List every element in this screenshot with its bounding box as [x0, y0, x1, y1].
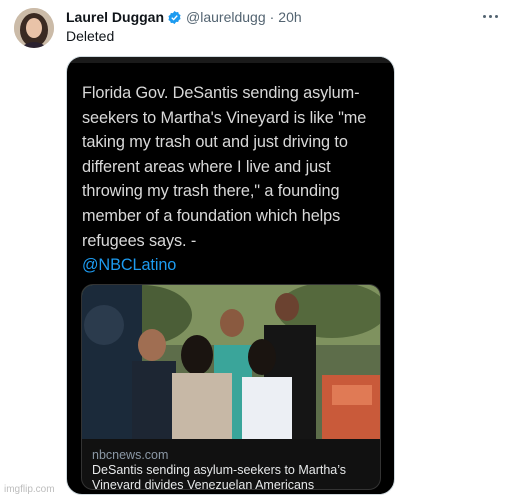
author-name[interactable]: Laurel Duggan [66, 9, 164, 25]
tweet-time[interactable]: 20h [278, 9, 301, 25]
tweet-text: Deleted [66, 28, 115, 44]
news-photo [82, 285, 380, 439]
link-card: nbcnews.com DeSantis sending asylum-seek… [81, 284, 381, 490]
card-domain: nbcnews.com [92, 448, 169, 462]
tweet: Laurel Duggan @laureldugg · 20h Deleted … [0, 0, 511, 500]
verified-badge-icon [168, 10, 181, 24]
tweet-header: Laurel Duggan @laureldugg · 20h [66, 9, 302, 25]
embed-top-strip [67, 57, 394, 63]
screenshot-tweet-text: Florida Gov. DeSantis sending asylum-see… [82, 81, 387, 278]
author-handle[interactable]: @laureldugg [186, 9, 266, 25]
watermark: imgflip.com [4, 484, 55, 495]
screenshot-mention: @NBCLatino [82, 256, 177, 275]
card-title: DeSantis sending asylum-seekers to Marth… [92, 463, 347, 490]
embedded-screenshot[interactable]: Florida Gov. DeSantis sending asylum-see… [66, 56, 395, 495]
separator-dot: · [269, 9, 275, 25]
more-options-icon[interactable] [478, 6, 502, 26]
avatar[interactable] [14, 8, 54, 48]
screenshot-text-main: Florida Gov. DeSantis sending asylum-see… [82, 84, 367, 250]
